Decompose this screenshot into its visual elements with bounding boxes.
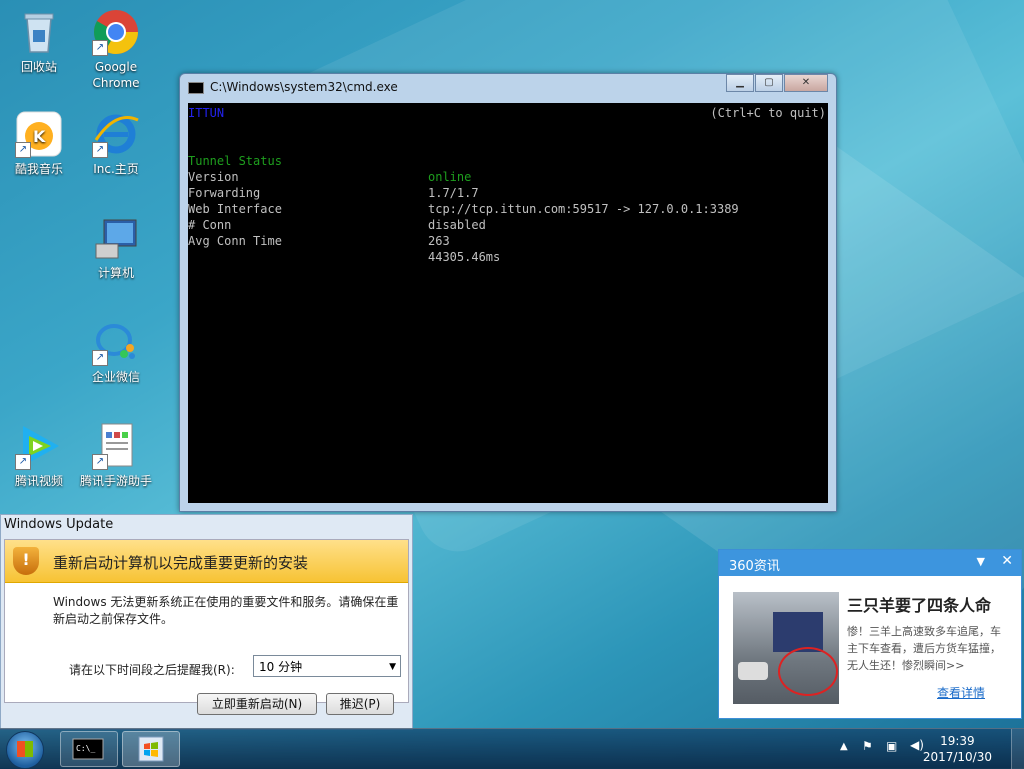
taskbar: C:\_ ▲ ⚑ ▣ ◀) 19:39 2017/10/30 [0, 728, 1024, 769]
news-image-highlight [778, 647, 838, 696]
news-summary[interactable]: 惨！三羊上高速致多车追尾，车主下车查看，遭后方货车猛撞，无人生还！惨烈瞬间>> [847, 623, 1009, 674]
desktop-icon-label: 企业微信 [91, 370, 140, 384]
desktop-icon-label: 计算机 [97, 266, 134, 280]
clock-time: 19:39 [940, 734, 975, 748]
console-value: 44305.46ms [428, 250, 501, 264]
dialog-message: Windows 无法更新系统正在使用的重要文件和服务。请确保在重新启动之前保存文… [53, 595, 399, 626]
show-hidden-icons-button[interactable]: ▲ [840, 741, 848, 752]
shortcut-arrow-icon: ↗ [92, 142, 108, 158]
remind-label: 请在以下时间段之后提醒我(R): [69, 663, 235, 677]
minimize-button[interactable]: ▁ [726, 74, 754, 92]
computer-icon [92, 214, 140, 262]
desktop-icon-label: 回收站 [20, 60, 57, 74]
cmd-window-title: C:\Windows\system32\cmd.exe [188, 80, 398, 94]
desktop-icon-tencent-game-assistant[interactable]: ↗ 腾讯手游助手 [80, 422, 152, 489]
shortcut-arrow-icon: ↗ [92, 40, 108, 56]
news-popup-title: 360资讯 [729, 559, 780, 574]
desktop-icon-recycle-bin[interactable]: 回收站 [3, 8, 75, 75]
windows-logo-icon [17, 741, 33, 757]
close-icon[interactable]: ✕ [1001, 553, 1013, 569]
windows-update-dialog[interactable]: Windows Update ! 重新启动计算机以完成重要更新的安装 Windo… [0, 514, 413, 730]
desktop-icon-kuwo-music[interactable]: K ↗ 酷我音乐 [3, 110, 75, 177]
desktop-icon-inc-home[interactable]: ↗ Inc.主页 [80, 110, 152, 177]
clock-date: 2017/10/30 [922, 750, 992, 764]
remind-interval-value: 10 分钟 [259, 660, 303, 674]
recycle-bin-icon [15, 8, 63, 56]
taskbar-windows-update[interactable] [122, 731, 180, 767]
dialog-title: Windows Update [4, 517, 114, 532]
shortcut-arrow-icon: ↗ [15, 142, 31, 158]
warning-shield-icon: ! [13, 547, 39, 575]
desktop-icon-label: Inc.主页 [93, 162, 139, 176]
news-image-truck [773, 612, 823, 652]
news-popup-header: 360资讯 ▼ ✕ [719, 550, 1021, 576]
news-headline[interactable]: 三只羊要了四条人命 [847, 592, 991, 616]
windows-update-icon [138, 736, 164, 762]
volume-icon[interactable]: ◀) [910, 738, 924, 752]
desktop-icon-label: 腾讯手游助手 [80, 474, 153, 488]
console-header-left: ITTUN [188, 106, 225, 120]
console-key: Avg Conn Time [188, 234, 282, 248]
chrome-icon: ↗ [92, 8, 140, 56]
remind-interval-select[interactable]: 10 分钟 ▼ [253, 655, 401, 677]
cmd-icon [188, 81, 204, 94]
desktop-icon-computer[interactable]: 计算机 [80, 214, 152, 281]
cmd-window[interactable]: C:\Windows\system32\cmd.exe ▁ ▢ ✕ ITTUN … [179, 73, 837, 512]
maximize-button[interactable]: ▢ [755, 74, 783, 92]
window-controls: ▁ ▢ ✕ [725, 74, 828, 92]
internet-explorer-icon: ↗ [92, 110, 140, 158]
desktop-icon-tencent-video[interactable]: ↗ 腾讯视频 [3, 422, 75, 489]
dropdown-arrow-icon: ▼ [389, 662, 396, 672]
news-popup[interactable]: 360资讯 ▼ ✕ 三只羊要了四条人命 惨！三羊上高速致多车追尾，车主下车查看，… [718, 549, 1022, 719]
taskbar-cmd[interactable]: C:\_ [60, 731, 118, 767]
tencent-video-icon: ↗ [15, 422, 63, 470]
dialog-header: ! 重新启动计算机以完成重要更新的安装 [5, 540, 408, 583]
show-desktop-button[interactable] [1011, 729, 1024, 769]
desktop-icon-label: Google Chrome [92, 60, 140, 90]
desktop-icon-wecom[interactable]: ↗ 企业微信 [80, 318, 152, 385]
close-button[interactable]: ✕ [784, 74, 828, 92]
postpone-button[interactable]: 推迟(P) [326, 693, 394, 715]
console-header-right: (Ctrl+C to quit) [710, 106, 826, 120]
desktop-icon-label: 腾讯视频 [14, 474, 63, 488]
kuwo-music-icon: K ↗ [15, 110, 63, 158]
dialog-heading: 重新启动计算机以完成重要更新的安装 [53, 554, 309, 572]
svg-text:K: K [33, 127, 46, 146]
start-button[interactable] [6, 731, 44, 769]
restart-now-button[interactable]: 立即重新启动(N) [197, 693, 317, 715]
console-output[interactable]: ITTUN (Ctrl+C to quit) Tunnel Status onl… [188, 103, 828, 503]
desktop-icon-label: 酷我音乐 [14, 162, 63, 176]
network-icon[interactable]: ▣ [886, 739, 897, 753]
cmd-title-text: C:\Windows\system32\cmd.exe [210, 80, 398, 94]
shortcut-arrow-icon: ↗ [92, 454, 108, 470]
cmd-icon: C:\_ [72, 738, 104, 760]
action-center-flag-icon[interactable]: ⚑ [862, 739, 873, 753]
wecom-icon: ↗ [92, 318, 140, 366]
system-clock[interactable]: 19:39 2017/10/30 [923, 733, 992, 765]
shortcut-arrow-icon: ↗ [15, 454, 31, 470]
news-details-link[interactable]: 查看详情 [937, 684, 985, 701]
svg-text:C:\_: C:\_ [76, 744, 95, 753]
desktop-icon-chrome[interactable]: ↗ Google Chrome [80, 8, 152, 91]
shortcut-arrow-icon: ↗ [92, 350, 108, 366]
collapse-icon[interactable]: ▼ [977, 555, 985, 568]
console-row: Avg Conn Time 44305.46ms [188, 217, 828, 281]
news-image-car [738, 662, 768, 680]
news-image[interactable] [733, 592, 839, 704]
dialog-body: ! 重新启动计算机以完成重要更新的安装 Windows 无法更新系统正在使用的重… [4, 539, 409, 703]
document-icon: ↗ [92, 422, 140, 470]
